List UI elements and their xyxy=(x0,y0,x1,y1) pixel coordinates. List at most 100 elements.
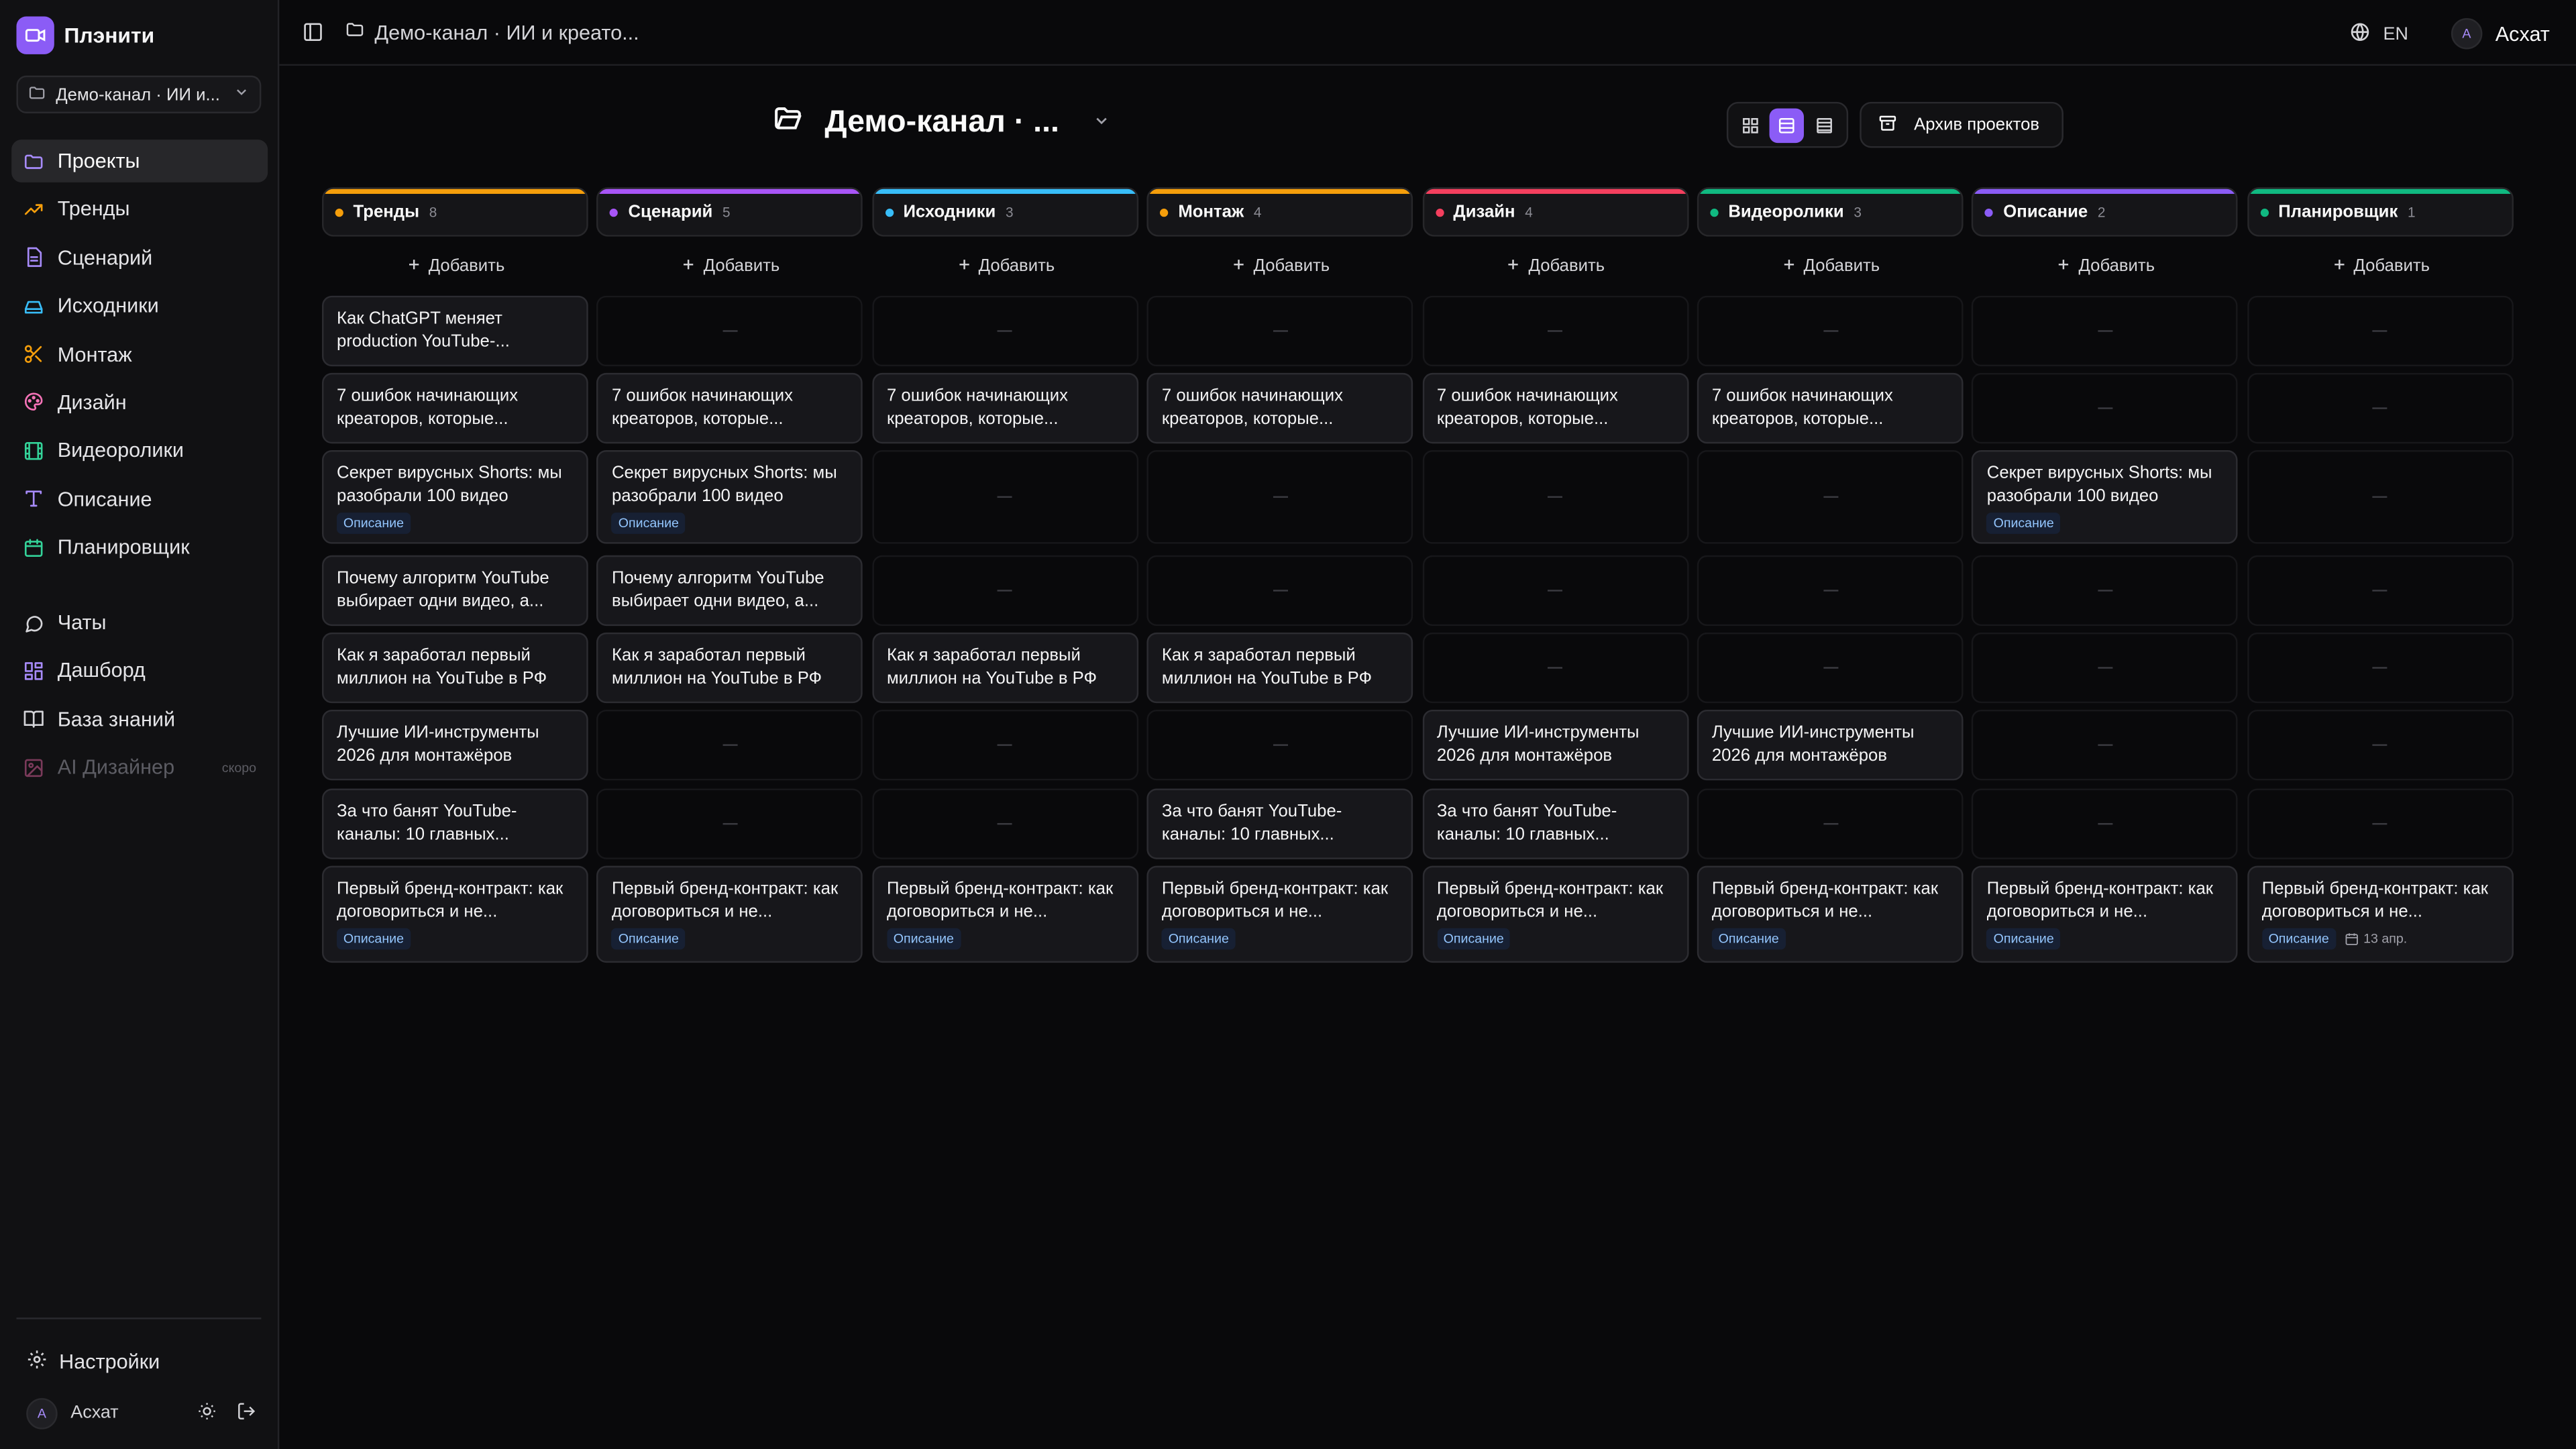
empty-cell[interactable] xyxy=(1972,372,2239,444)
project-card[interactable]: 7 ошибок начинающих креаторов, которые..… xyxy=(596,372,863,444)
empty-cell[interactable] xyxy=(596,788,863,859)
column-header[interactable]: Сценарий 5 xyxy=(596,187,863,237)
sidebar-item-calendar[interactable]: Планировщик xyxy=(11,526,268,569)
sun-icon[interactable] xyxy=(197,1401,217,1426)
empty-cell[interactable] xyxy=(1421,450,1688,544)
column-header[interactable]: Исходники 3 xyxy=(871,187,1138,237)
empty-cell[interactable] xyxy=(1146,555,1413,627)
sidebar-item-dashboard[interactable]: Дашборд xyxy=(11,649,268,692)
empty-cell[interactable] xyxy=(2247,555,2514,627)
column-header[interactable]: Планировщик 1 xyxy=(2247,187,2514,237)
empty-cell[interactable] xyxy=(1146,295,1413,367)
project-card[interactable]: За что банят YouTube-каналы: 10 главных.… xyxy=(322,788,588,859)
column-header[interactable]: Описание 2 xyxy=(1972,187,2239,237)
project-card[interactable]: Первый бренд-контракт: как договориться … xyxy=(1697,865,1964,963)
user-name[interactable]: Асхат xyxy=(2496,22,2550,45)
grid-view-button[interactable] xyxy=(1733,107,1767,142)
sidebar-item-drive[interactable]: Исходники xyxy=(11,284,268,327)
empty-cell[interactable] xyxy=(871,709,1138,781)
empty-cell[interactable] xyxy=(1421,555,1688,627)
channel-select[interactable]: Демо-канал · ИИ и... xyxy=(16,75,262,113)
empty-cell[interactable] xyxy=(1421,295,1688,367)
project-card[interactable]: Первый бренд-контракт: как договориться … xyxy=(322,865,588,963)
empty-cell[interactable] xyxy=(1972,555,2239,627)
sidebar-item-book[interactable]: База знаний xyxy=(11,698,268,741)
column-header[interactable]: Видеоролики 3 xyxy=(1697,187,1964,237)
empty-cell[interactable] xyxy=(1972,632,2239,704)
project-card[interactable]: Лучшие ИИ-инструменты 2026 для монтажёро… xyxy=(1421,709,1688,781)
empty-cell[interactable] xyxy=(1697,632,1964,704)
empty-cell[interactable] xyxy=(871,450,1138,544)
sidebar-item-film[interactable]: Видеоролики xyxy=(11,429,268,472)
sidebar-item-scissors[interactable]: Монтаж xyxy=(11,333,268,376)
sidebar-item-document[interactable]: Сценарий xyxy=(11,236,268,279)
sidebar-item-image[interactable]: AI Дизайнер скоро xyxy=(11,746,268,789)
empty-cell[interactable] xyxy=(2247,450,2514,544)
project-card[interactable]: Первый бренд-контракт: как договориться … xyxy=(1972,865,2239,963)
add-card-button[interactable]: Добавить xyxy=(2247,252,2514,281)
empty-cell[interactable] xyxy=(1697,788,1964,859)
avatar[interactable]: A xyxy=(2451,17,2483,50)
column-header[interactable]: Дизайн 4 xyxy=(1421,187,1688,237)
empty-cell[interactable] xyxy=(1697,555,1964,627)
project-card[interactable]: Лучшие ИИ-инструменты 2026 для монтажёро… xyxy=(322,709,588,781)
empty-cell[interactable] xyxy=(2247,788,2514,859)
empty-cell[interactable] xyxy=(871,295,1138,367)
add-card-button[interactable]: Добавить xyxy=(1972,252,2239,281)
project-card[interactable]: 7 ошибок начинающих креаторов, которые..… xyxy=(1421,372,1688,444)
project-card[interactable]: Первый бренд-контракт: как договориться … xyxy=(596,865,863,963)
sidebar-item-text[interactable]: Описание xyxy=(11,478,268,521)
archive-button[interactable]: Архив проектов xyxy=(1860,101,2063,148)
empty-cell[interactable] xyxy=(1697,295,1964,367)
add-card-button[interactable]: Добавить xyxy=(872,252,1138,281)
project-card[interactable]: 7 ошибок начинающих креаторов, которые..… xyxy=(1146,372,1413,444)
empty-cell[interactable] xyxy=(1972,295,2239,367)
empty-cell[interactable] xyxy=(1972,788,2239,859)
empty-cell[interactable] xyxy=(1146,450,1413,544)
empty-cell[interactable] xyxy=(2247,632,2514,704)
sidebar-item-folder[interactable]: Проекты xyxy=(11,140,268,182)
project-card[interactable]: Как я заработал первый миллион на YouTub… xyxy=(1146,632,1413,704)
project-card[interactable]: Секрет вирусных Shorts: мы разобрали 100… xyxy=(1972,450,2239,544)
project-card[interactable]: Как я заработал первый миллион на YouTub… xyxy=(871,632,1138,704)
add-card-button[interactable]: Добавить xyxy=(597,252,863,281)
empty-cell[interactable] xyxy=(1146,709,1413,781)
add-card-button[interactable]: Добавить xyxy=(1422,252,1688,281)
project-card[interactable]: Секрет вирусных Shorts: мы разобрали 100… xyxy=(322,450,588,544)
empty-cell[interactable] xyxy=(2247,295,2514,367)
project-card[interactable]: Почему алгоритм YouTube выбирает одни ви… xyxy=(322,555,588,627)
empty-cell[interactable] xyxy=(596,709,863,781)
sidebar-item-chat[interactable]: Чаты xyxy=(11,601,268,644)
project-card[interactable]: Первый бренд-контракт: как договориться … xyxy=(2247,865,2514,963)
sidebar-item-trending[interactable]: Тренды xyxy=(11,188,268,231)
logout-icon[interactable] xyxy=(237,1401,256,1426)
project-card[interactable]: Первый бренд-контракт: как договориться … xyxy=(1421,865,1688,963)
add-card-button[interactable]: Добавить xyxy=(1697,252,1964,281)
project-card[interactable]: Первый бренд-контракт: как договориться … xyxy=(871,865,1138,963)
project-card[interactable]: Первый бренд-контракт: как договориться … xyxy=(1146,865,1413,963)
project-card[interactable]: 7 ошибок начинающих креаторов, которые..… xyxy=(1697,372,1964,444)
project-card[interactable]: Секрет вирусных Shorts: мы разобрали 100… xyxy=(596,450,863,544)
empty-cell[interactable] xyxy=(1697,450,1964,544)
settings-button[interactable]: Настройки xyxy=(16,1344,160,1380)
empty-cell[interactable] xyxy=(871,788,1138,859)
add-card-button[interactable]: Добавить xyxy=(1147,252,1413,281)
sidebar-item-palette[interactable]: Дизайн xyxy=(11,381,268,424)
empty-cell[interactable] xyxy=(1421,632,1688,704)
chevron-down-icon[interactable] xyxy=(1092,107,1110,137)
empty-cell[interactable] xyxy=(1972,709,2239,781)
project-card[interactable]: 7 ошибок начинающих креаторов, которые..… xyxy=(871,372,1138,444)
column-header[interactable]: Тренды 8 xyxy=(322,187,588,237)
project-card[interactable]: За что банят YouTube-каналы: 10 главных.… xyxy=(1146,788,1413,859)
empty-cell[interactable] xyxy=(2247,709,2514,781)
table-view-button[interactable] xyxy=(1807,107,1841,142)
brand[interactable]: Плэнити xyxy=(16,15,154,54)
board-view-button[interactable] xyxy=(1770,107,1805,142)
empty-cell[interactable] xyxy=(871,555,1138,627)
column-header[interactable]: Монтаж 4 xyxy=(1146,187,1413,237)
project-card[interactable]: Почему алгоритм YouTube выбирает одни ви… xyxy=(596,555,863,627)
breadcrumb[interactable]: Демо-канал · ИИ и креато... xyxy=(345,19,639,44)
project-card[interactable]: Как я заработал первый миллион на YouTub… xyxy=(596,632,863,704)
project-card[interactable]: Как я заработал первый миллион на YouTub… xyxy=(322,632,588,704)
add-card-button[interactable]: Добавить xyxy=(322,252,588,281)
